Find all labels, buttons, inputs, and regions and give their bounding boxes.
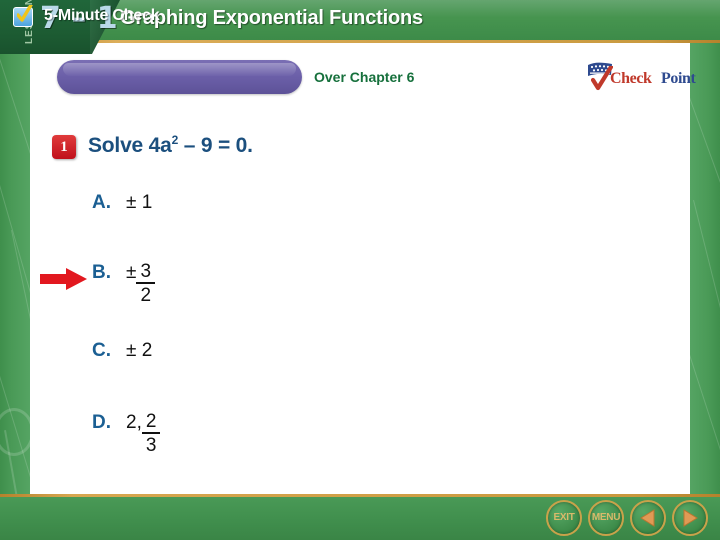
question-prompt-after: – 9 = 0. bbox=[178, 134, 253, 157]
choice-b[interactable]: B. ± 3 2 bbox=[92, 262, 156, 305]
left-green-strip bbox=[0, 0, 30, 540]
question-number-badge: 1 bbox=[52, 135, 76, 159]
checkpoint-check-word: Check bbox=[610, 70, 652, 87]
exit-button[interactable]: EXIT bbox=[546, 500, 582, 536]
choice-a-value: ± 1 bbox=[126, 192, 153, 213]
choice-d-denominator: 3 bbox=[145, 434, 157, 456]
triangle-right-icon bbox=[683, 509, 698, 527]
checkbox-check-icon bbox=[13, 5, 33, 27]
choice-b-denominator: 2 bbox=[140, 284, 152, 306]
over-chapter-label: Over Chapter 6 bbox=[314, 69, 415, 85]
choice-d[interactable]: D. 2, 2 3 bbox=[92, 412, 161, 455]
header-gold-rule bbox=[34, 40, 720, 43]
choice-c-value: ± 2 bbox=[126, 340, 153, 361]
five-minute-check-banner[interactable] bbox=[57, 60, 302, 94]
five-minute-check-label: 5-Minute Check bbox=[44, 7, 160, 24]
banner-sheen bbox=[63, 63, 296, 76]
choice-d-fraction: 2 3 bbox=[141, 412, 161, 456]
menu-button[interactable]: MENU bbox=[588, 500, 624, 536]
answer-arrow-icon bbox=[40, 268, 87, 290]
choice-d-value: 2, bbox=[126, 412, 142, 433]
triangle-left-icon bbox=[640, 509, 655, 527]
page-title: Graphing Exponential Functions bbox=[120, 7, 423, 29]
choice-a[interactable]: A. ± 1 bbox=[92, 192, 152, 232]
choice-d-numerator: 2 bbox=[141, 412, 161, 434]
question-prompt-before: Solve 4a bbox=[88, 134, 172, 157]
question-number: 1 bbox=[60, 139, 68, 155]
choice-c-letter: C. bbox=[92, 340, 111, 361]
choice-b-numerator: 3 bbox=[136, 262, 156, 284]
choice-a-letter: A. bbox=[92, 192, 111, 213]
watermark-line bbox=[0, 40, 30, 193]
next-button[interactable] bbox=[672, 500, 708, 536]
exit-label: EXIT bbox=[553, 512, 575, 523]
choice-b-fraction: 3 2 bbox=[136, 262, 156, 306]
question-prompt: Solve 4a2 – 9 = 0. bbox=[88, 133, 253, 158]
choice-c[interactable]: C. ± 2 bbox=[92, 340, 152, 380]
menu-label: MENU bbox=[591, 512, 621, 523]
choice-d-letter: D. bbox=[92, 412, 111, 433]
watermark-line bbox=[693, 200, 720, 385]
watermark-line bbox=[690, 330, 720, 502]
slide-canvas: LESSON 7 – 1 Graphing Exponential Functi… bbox=[0, 0, 720, 540]
previous-button[interactable] bbox=[630, 500, 666, 536]
bottom-gold-rule bbox=[0, 494, 720, 497]
checkmark-glyph bbox=[17, 5, 33, 22]
choice-b-letter: B. bbox=[92, 262, 111, 283]
checkpoint-point-word: Point bbox=[661, 70, 696, 87]
choice-b-value: ± bbox=[126, 262, 137, 283]
checkpoint-logo: Check Point bbox=[585, 62, 696, 94]
